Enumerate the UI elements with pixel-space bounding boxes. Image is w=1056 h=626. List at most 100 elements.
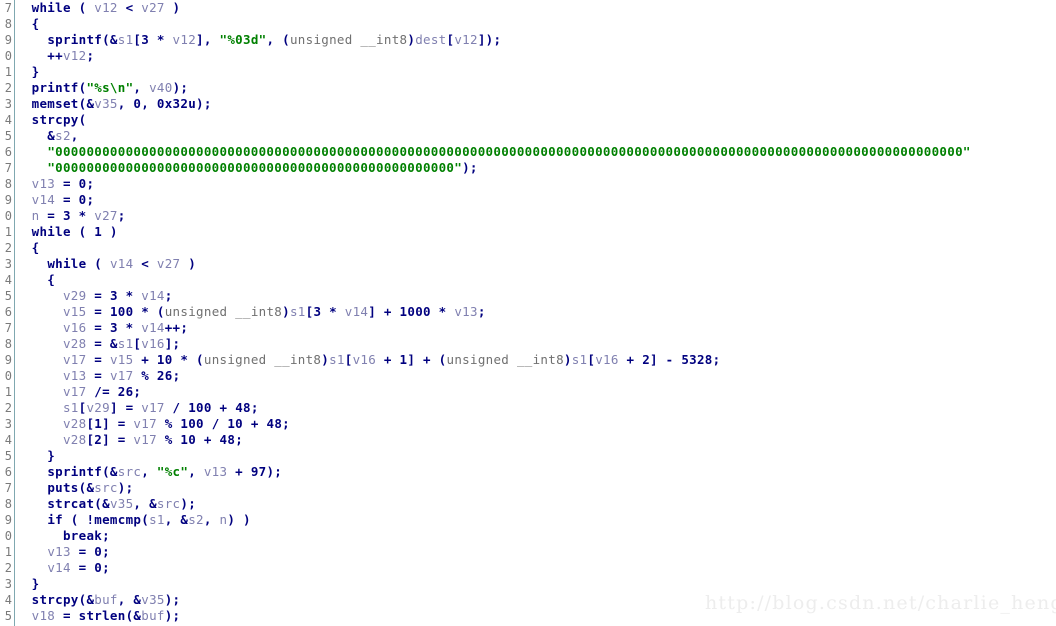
code-token-pun: ; — [133, 384, 142, 399]
code-token-typ: unsigned __int8 — [164, 304, 283, 319]
pseudocode-viewer[interactable]: 789012345678901234567890123456789012345 … — [0, 0, 1056, 626]
code-token-fn: strcpy — [31, 112, 79, 127]
code-line[interactable]: s1[v29] = v17 / 100 + 48; — [16, 400, 1056, 416]
code-token-fn: strcpy — [31, 592, 79, 607]
code-token-var: v15 — [109, 352, 134, 367]
code-line[interactable]: v15 = 100 * (unsigned __int8)s1[3 * v14]… — [16, 304, 1056, 320]
code-line[interactable]: "000000000000000000000000000000000000000… — [16, 144, 1056, 160]
code-line[interactable]: v13 = v17 % 26; — [16, 368, 1056, 384]
code-line[interactable]: } — [16, 64, 1056, 80]
code-token-pun: + — [243, 416, 267, 431]
code-line[interactable]: v29 = 3 * v14; — [16, 288, 1056, 304]
code-token-pun: % — [133, 368, 157, 383]
code-token-pun: ); — [117, 480, 134, 495]
code-line[interactable]: { — [16, 16, 1056, 32]
code-line[interactable]: v13 = 0; — [16, 176, 1056, 192]
line-number: 2 — [4, 401, 12, 415]
code-token-pun — [16, 400, 63, 415]
code-token-pun: ) — [563, 352, 572, 367]
code-token-var: v13 — [31, 176, 56, 191]
code-line[interactable]: { — [16, 272, 1056, 288]
code-line[interactable]: break; — [16, 528, 1056, 544]
code-token-num: 1 — [94, 416, 103, 431]
code-line[interactable]: } — [16, 448, 1056, 464]
code-token-pun: ++ — [16, 48, 63, 63]
line-number: 5 — [4, 609, 12, 623]
code-token-var: v17 — [62, 384, 87, 399]
code-line[interactable]: v28[1] = v17 % 100 / 10 + 48; — [16, 416, 1056, 432]
code-line[interactable]: if ( !memcmp(s1, &s2, n) ) — [16, 512, 1056, 528]
code-token-fn: strcat — [47, 496, 95, 511]
code-line[interactable]: strcat(&v35, &src); — [16, 496, 1056, 512]
code-line[interactable]: v18 = strlen(&buf); — [16, 608, 1056, 624]
code-token-pun: ] = — [102, 416, 134, 431]
code-token-pun — [16, 192, 32, 207]
code-token-pun: ); — [180, 496, 197, 511]
code-token-pun: ( — [141, 512, 150, 527]
code-token-pun — [16, 144, 47, 159]
code-token-kw: if — [47, 512, 63, 527]
code-token-pun: ) — [407, 32, 416, 47]
code-token-pun: , & — [133, 496, 157, 511]
code-token-num: 48 — [235, 400, 251, 415]
code-line[interactable]: n = 3 * v27; — [16, 208, 1056, 224]
code-token-var: v28 — [62, 432, 87, 447]
code-line[interactable]: v17 = v15 + 10 * (unsigned __int8)s1[v16… — [16, 352, 1056, 368]
code-token-var: s1 — [62, 400, 79, 415]
code-token-pun — [16, 352, 63, 367]
code-line[interactable]: while ( v12 < v27 ) — [16, 0, 1056, 16]
code-token-pun: , — [133, 80, 150, 95]
code-line[interactable]: v17 /= 26; — [16, 384, 1056, 400]
code-token-pun: , — [141, 96, 157, 111]
code-line[interactable]: while ( 1 ) — [16, 224, 1056, 240]
code-line[interactable]: sprintf(&s1[3 * v12], "%03d", (unsigned … — [16, 32, 1056, 48]
code-token-pun: ; — [172, 368, 181, 383]
code-line[interactable]: while ( v14 < v27 ) — [16, 256, 1056, 272]
code-token-pun: = — [86, 320, 110, 335]
code-line[interactable]: puts(&src); — [16, 480, 1056, 496]
code-line[interactable]: &s2, — [16, 128, 1056, 144]
code-token-pun — [16, 320, 63, 335]
code-token-var: v27 — [94, 208, 118, 223]
code-line[interactable]: printf("%s\n", v40); — [16, 80, 1056, 96]
code-line[interactable]: strcpy(&buf, &v35); — [16, 592, 1056, 608]
code-token-var: v12 — [94, 0, 118, 15]
code-line[interactable]: v14 = 0; — [16, 560, 1056, 576]
line-number: 7 — [4, 481, 12, 495]
code-token-num: 0 — [94, 560, 103, 575]
code-line[interactable]: } — [16, 576, 1056, 592]
line-number: 1 — [4, 225, 12, 239]
code-line[interactable]: v28 = &s1[v16]; — [16, 336, 1056, 352]
code-token-var: v17 — [62, 352, 87, 367]
code-line[interactable]: v13 = 0; — [16, 544, 1056, 560]
code-token-typ: unsigned __int8 — [203, 352, 322, 367]
line-number: 2 — [4, 561, 12, 575]
line-number: 6 — [4, 145, 12, 159]
code-token-var: v35 — [94, 96, 118, 111]
code-token-var: v17 — [133, 432, 157, 447]
code-token-pun: ] = — [102, 432, 134, 447]
code-line[interactable]: ++v12; — [16, 48, 1056, 64]
code-token-fn: memcmp — [94, 512, 142, 527]
code-token-var: s1 — [571, 352, 588, 367]
code-line[interactable]: v28[2] = v17 % 10 + 48; — [16, 432, 1056, 448]
code-pane[interactable]: while ( v12 < v27 ) { sprintf(&s1[3 * v1… — [16, 0, 1056, 626]
code-token-pun — [16, 0, 32, 15]
code-line[interactable]: sprintf(&src, "%c", v13 + 97); — [16, 464, 1056, 480]
code-line[interactable]: v16 = 3 * v14++; — [16, 320, 1056, 336]
code-token-var: v17 — [133, 416, 157, 431]
code-token-num: 26 — [156, 368, 173, 383]
line-number: 8 — [4, 17, 12, 31]
code-token-var: v35 — [109, 496, 134, 511]
code-token-var: v16 — [141, 336, 165, 351]
code-line[interactable]: v14 = 0; — [16, 192, 1056, 208]
code-token-pun: ; — [235, 432, 244, 447]
code-token-pun: + — [133, 352, 157, 367]
line-number: 5 — [4, 449, 12, 463]
code-token-var: v12 — [62, 48, 87, 63]
code-line[interactable]: strcpy( — [16, 112, 1056, 128]
code-line[interactable]: "000000000000000000000000000000000000000… — [16, 160, 1056, 176]
code-line[interactable]: { — [16, 240, 1056, 256]
code-line[interactable]: memset(&v35, 0, 0x32u); — [16, 96, 1056, 112]
code-token-pun: ], — [196, 32, 220, 47]
